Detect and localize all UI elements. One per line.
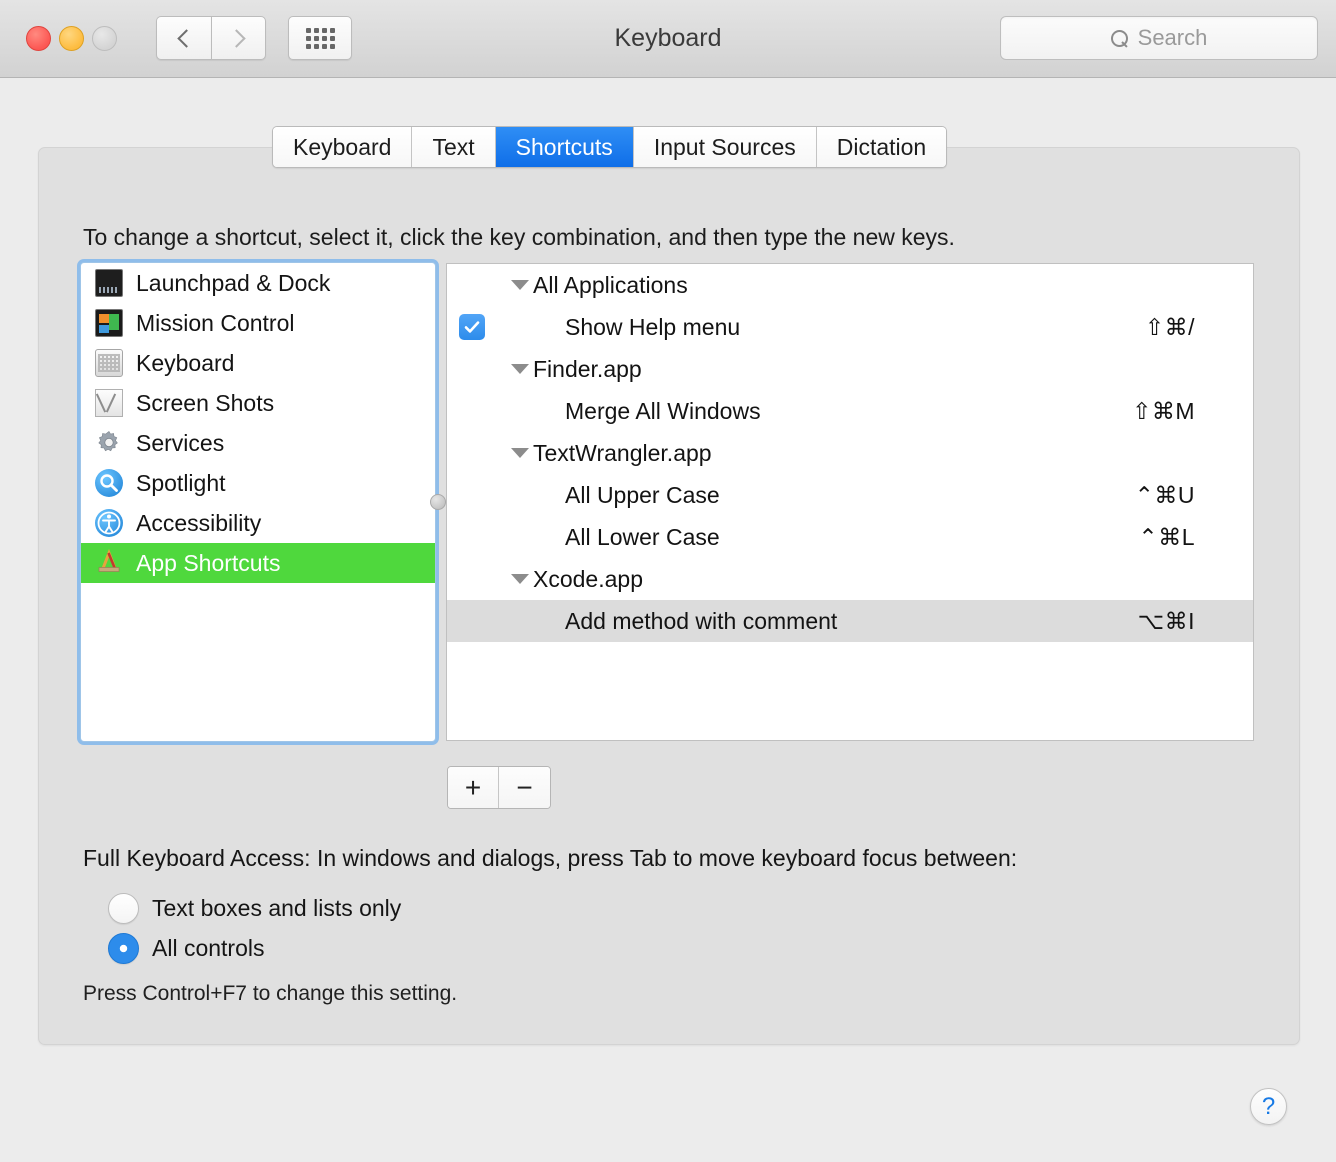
tree-item-row[interactable]: Show Help menu ⇧⌘/: [447, 306, 1253, 348]
mission-control-icon: [95, 309, 123, 337]
accessibility-icon: [95, 509, 123, 537]
shortcut-category-list[interactable]: Launchpad & Dock Mission Control Keyboar…: [80, 262, 436, 742]
sidebar-item-screen-shots[interactable]: Screen Shots: [81, 383, 435, 423]
tree-item-row-selected[interactable]: Add method with comment ⌥⌘I: [447, 600, 1253, 642]
tree-item-row[interactable]: All Lower Case ⌃⌘L: [447, 516, 1253, 558]
sidebar-item-label: Mission Control: [136, 310, 295, 337]
tab-input-sources[interactable]: Input Sources: [634, 127, 817, 167]
radio-option-text-boxes-and-lists[interactable]: Text boxes and lists only: [108, 893, 401, 924]
sidebar-item-label: Accessibility: [136, 510, 261, 537]
disclosure-triangle-icon[interactable]: [511, 364, 529, 374]
shortcut-key-combination[interactable]: ⇧⌘M: [1132, 398, 1195, 425]
tree-item-row[interactable]: All Upper Case ⌃⌘U: [447, 474, 1253, 516]
keyboard-icon: [95, 349, 123, 377]
sidebar-item-accessibility[interactable]: Accessibility: [81, 503, 435, 543]
radio-option-all-controls[interactable]: All controls: [108, 933, 264, 964]
search-placeholder: Search: [1138, 25, 1208, 51]
add-remove-button-group: + −: [447, 766, 551, 809]
tree-group-label: Xcode.app: [533, 566, 643, 593]
tree-item-row[interactable]: Merge All Windows ⇧⌘M: [447, 390, 1253, 432]
tab-text[interactable]: Text: [412, 127, 495, 167]
screen-shots-icon: [95, 389, 123, 417]
search-icon: [1111, 30, 1128, 47]
window-titlebar: Keyboard Search: [0, 0, 1336, 78]
tab-bar: Keyboard Text Shortcuts Input Sources Di…: [272, 126, 947, 168]
tab-dictation[interactable]: Dictation: [817, 127, 946, 167]
tree-group-label: Finder.app: [533, 356, 642, 383]
tree-group-row[interactable]: All Applications: [447, 264, 1253, 306]
radio-label: Text boxes and lists only: [152, 895, 401, 922]
disclosure-triangle-icon[interactable]: [511, 448, 529, 458]
sidebar-item-mission-control[interactable]: Mission Control: [81, 303, 435, 343]
sidebar-item-label: Screen Shots: [136, 390, 274, 417]
launchpad-dock-icon: [95, 269, 123, 297]
full-keyboard-access-title: Full Keyboard Access: In windows and dia…: [83, 845, 1017, 872]
split-view-handle[interactable]: [430, 494, 446, 510]
shortcut-enabled-checkbox[interactable]: [459, 314, 485, 340]
sidebar-item-label: Spotlight: [136, 470, 226, 497]
tree-group-label: TextWrangler.app: [533, 440, 712, 467]
tree-item-label: All Lower Case: [565, 524, 720, 551]
tree-item-label: Add method with comment: [565, 608, 837, 635]
sidebar-item-keyboard[interactable]: Keyboard: [81, 343, 435, 383]
shortcut-key-combination[interactable]: ⌃⌘L: [1138, 524, 1195, 551]
add-shortcut-button[interactable]: +: [448, 767, 499, 808]
tree-group-label: All Applications: [533, 272, 688, 299]
sidebar-item-spotlight[interactable]: Spotlight: [81, 463, 435, 503]
remove-shortcut-button[interactable]: −: [499, 767, 550, 808]
sidebar-item-app-shortcuts[interactable]: App Shortcuts: [81, 543, 435, 583]
spotlight-icon: [95, 469, 123, 497]
checkmark-icon: [463, 318, 481, 336]
tab-keyboard[interactable]: Keyboard: [273, 127, 412, 167]
disclosure-triangle-icon[interactable]: [511, 280, 529, 290]
shortcut-key-combination[interactable]: ⌃⌘U: [1135, 482, 1195, 509]
instruction-text: To change a shortcut, select it, click t…: [83, 224, 955, 251]
radio-button-selected[interactable]: [108, 933, 139, 964]
radio-button[interactable]: [108, 893, 139, 924]
tab-shortcuts[interactable]: Shortcuts: [496, 127, 634, 167]
help-button[interactable]: ?: [1250, 1088, 1287, 1125]
tree-item-label: Merge All Windows: [565, 398, 761, 425]
disclosure-triangle-icon[interactable]: [511, 574, 529, 584]
sidebar-item-label: Keyboard: [136, 350, 234, 377]
sidebar-item-label: Services: [136, 430, 224, 457]
shortcut-tree[interactable]: All Applications Show Help menu ⇧⌘/ Find…: [446, 263, 1254, 741]
app-shortcuts-icon: [95, 549, 123, 577]
tree-group-row[interactable]: Finder.app: [447, 348, 1253, 390]
tree-group-row[interactable]: TextWrangler.app: [447, 432, 1253, 474]
sidebar-item-label: App Shortcuts: [136, 550, 280, 577]
tree-item-label: All Upper Case: [565, 482, 720, 509]
search-field[interactable]: Search: [1000, 16, 1318, 60]
full-keyboard-access-note: Press Control+F7 to change this setting.: [83, 982, 457, 1006]
sidebar-item-label: Launchpad & Dock: [136, 270, 330, 297]
tree-group-row[interactable]: Xcode.app: [447, 558, 1253, 600]
shortcut-key-combination[interactable]: ⇧⌘/: [1145, 314, 1195, 341]
sidebar-item-services[interactable]: Services: [81, 423, 435, 463]
sidebar-item-launchpad-dock[interactable]: Launchpad & Dock: [81, 263, 435, 303]
tree-item-label: Show Help menu: [565, 314, 740, 341]
services-gear-icon: [95, 429, 123, 457]
radio-label: All controls: [152, 935, 264, 962]
shortcut-key-combination[interactable]: ⌥⌘I: [1138, 608, 1195, 635]
